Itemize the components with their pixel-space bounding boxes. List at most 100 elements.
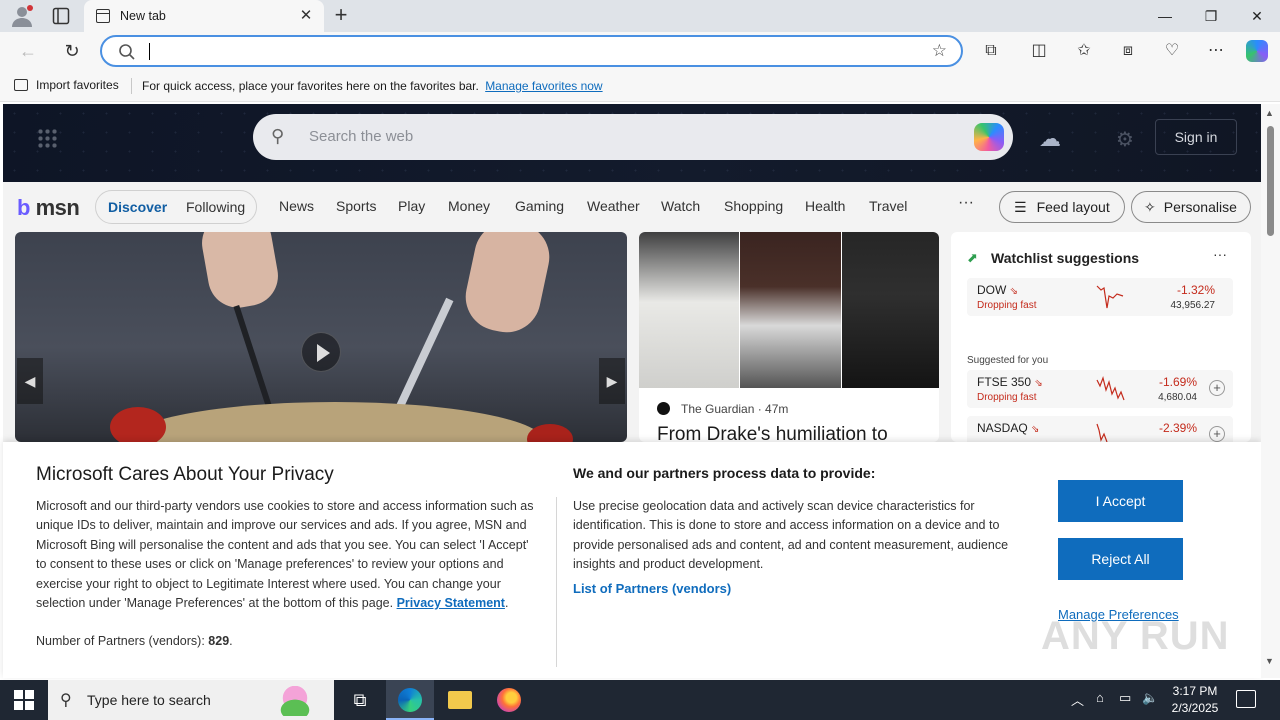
add-favorite-star-icon[interactable]: ☆ bbox=[932, 41, 947, 61]
stock-row-dow[interactable]: DOW ⇘ Dropping fast -1.32% 43,956.27 bbox=[967, 278, 1233, 316]
edge-taskbar-icon[interactable] bbox=[386, 680, 434, 720]
nav-item-money[interactable]: Money bbox=[448, 198, 490, 214]
tab-actions-icon[interactable] bbox=[52, 7, 70, 25]
scrollbar-thumb[interactable] bbox=[1267, 126, 1274, 236]
msn-logo-text: msn bbox=[35, 195, 80, 220]
personalise-button[interactable]: ✧ Personalise bbox=[1131, 191, 1251, 223]
anyrun-watermark: ANY RUN bbox=[1041, 614, 1230, 658]
vertical-scrollbar[interactable]: ▲ ▼ bbox=[1261, 104, 1280, 678]
browser-essentials-icon[interactable]: ♡ bbox=[1161, 40, 1183, 62]
news-photo bbox=[639, 232, 739, 388]
weather-cloud-icon[interactable]: ☁ bbox=[1039, 126, 1061, 152]
restore-button[interactable]: ❐ bbox=[1188, 0, 1234, 32]
nav-item-weather[interactable]: Weather bbox=[587, 198, 640, 214]
app-launcher-icon[interactable] bbox=[37, 128, 59, 150]
stock-change: -2.39% bbox=[1158, 421, 1197, 435]
import-favorites-button[interactable]: Import favorites bbox=[14, 78, 119, 92]
extensions-icon[interactable]: ⧉ bbox=[980, 40, 1002, 62]
nav-item-play[interactable]: Play bbox=[398, 198, 425, 214]
gear-icon[interactable]: ⚙ bbox=[1116, 127, 1134, 152]
refresh-button[interactable]: ↻ bbox=[61, 40, 83, 62]
video-thumbnail-tomato bbox=[527, 424, 573, 442]
nav-item-gaming[interactable]: Gaming bbox=[515, 198, 564, 214]
task-view-icon[interactable]: ⧉ bbox=[336, 680, 384, 720]
accept-button[interactable]: I Accept bbox=[1058, 480, 1183, 522]
msn-logo[interactable]: b msn bbox=[17, 195, 80, 221]
minimize-button[interactable]: — bbox=[1142, 0, 1188, 32]
play-icon[interactable] bbox=[301, 332, 341, 372]
tab-close-button[interactable]: ✕ bbox=[296, 6, 316, 26]
video-thumbnail-tomato bbox=[110, 407, 166, 442]
file-explorer-icon[interactable] bbox=[436, 680, 484, 720]
stock-status: Dropping fast bbox=[977, 300, 1037, 311]
new-tab-button[interactable]: + bbox=[330, 4, 352, 28]
video-thumbnail-hand bbox=[459, 232, 556, 339]
add-to-watchlist-button[interactable]: + bbox=[1209, 426, 1225, 442]
privacy-statement-link[interactable]: Privacy Statement bbox=[397, 596, 505, 610]
profile-avatar-icon[interactable] bbox=[10, 5, 34, 27]
stock-row-ftse-350[interactable]: FTSE 350 ⇘ Dropping fast -1.69% 4,680.04… bbox=[967, 370, 1233, 408]
web-search-box[interactable]: ⚲ Search the web bbox=[253, 114, 1013, 160]
taskbar-clock[interactable]: 3:17 PM 2/3/2025 bbox=[1170, 683, 1220, 717]
volume-icon[interactable]: 🔈 bbox=[1142, 690, 1158, 706]
address-bar[interactable]: ☆ bbox=[100, 35, 963, 67]
down-trend-icon: ⇘ bbox=[1031, 424, 1040, 435]
scroll-up-icon[interactable]: ▲ bbox=[1265, 108, 1274, 118]
address-input[interactable] bbox=[152, 41, 912, 61]
settings-more-icon[interactable]: ⋯ bbox=[1205, 40, 1227, 62]
video-card[interactable]: ◀ ▶ bbox=[15, 232, 627, 442]
taskbar-search-placeholder: Type here to search bbox=[87, 692, 211, 708]
divider bbox=[556, 497, 557, 667]
watchlist-more-button[interactable]: ··· bbox=[1213, 246, 1227, 262]
partners-list-link[interactable]: List of Partners (vendors) bbox=[573, 581, 731, 596]
news-card[interactable]: The Guardian · 47m From Drake's humiliat… bbox=[639, 232, 939, 442]
privacy-body: Microsoft and our third-party vendors us… bbox=[36, 499, 534, 611]
network-icon[interactable]: ▭ bbox=[1119, 690, 1131, 706]
feed-toggle: Discover Following bbox=[95, 190, 257, 224]
sliders-icon: ☰ bbox=[1014, 199, 1027, 215]
copilot-icon[interactable] bbox=[1246, 40, 1268, 62]
carousel-prev-button[interactable]: ◀ bbox=[17, 358, 43, 404]
back-button[interactable]: ← bbox=[17, 40, 39, 62]
copilot-icon[interactable] bbox=[974, 123, 1004, 151]
windows-taskbar: ⚲ Type here to search ⧉ ︿ ⌂ ▭ 🔈 3:17 PM … bbox=[0, 680, 1280, 720]
nav-more-button[interactable]: ··· bbox=[958, 194, 974, 212]
partners-count: Number of Partners (vendors): 829. bbox=[36, 634, 233, 648]
news-headline[interactable]: From Drake's humiliation to bbox=[657, 424, 888, 442]
stock-value: 43,956.27 bbox=[1170, 300, 1216, 311]
feed-layout-button[interactable]: ☰ Feed layout bbox=[999, 191, 1125, 223]
windows-start-icon[interactable] bbox=[14, 690, 34, 710]
close-window-button[interactable]: ✕ bbox=[1234, 0, 1280, 32]
split-screen-icon[interactable]: ◫ bbox=[1028, 40, 1050, 62]
favorites-message-text: For quick access, place your favorites h… bbox=[142, 79, 479, 93]
taskbar-search[interactable]: ⚲ Type here to search bbox=[48, 680, 334, 720]
tab-discover[interactable]: Discover bbox=[108, 199, 167, 215]
msn-logo-mark: b bbox=[17, 195, 30, 220]
carousel-next-button[interactable]: ▶ bbox=[599, 358, 625, 404]
collections-icon[interactable]: ⧈ bbox=[1117, 40, 1139, 62]
sign-in-button[interactable]: Sign in bbox=[1155, 119, 1237, 155]
favorites-bar: Import favorites For quick access, place… bbox=[0, 70, 1280, 102]
favorites-icon[interactable]: ✩ bbox=[1073, 40, 1095, 62]
notification-center-icon[interactable] bbox=[1236, 690, 1256, 708]
privacy-purposes: Use precise geolocation data and activel… bbox=[573, 499, 1009, 572]
manage-favorites-link[interactable]: Manage favorites now bbox=[485, 79, 602, 93]
title-bar: New tab ✕ + — ❐ ✕ bbox=[0, 0, 1280, 32]
device-icon[interactable]: ⌂ bbox=[1096, 690, 1104, 705]
nav-item-travel[interactable]: Travel bbox=[869, 198, 907, 214]
nav-item-sports[interactable]: Sports bbox=[336, 198, 376, 214]
nav-item-shopping[interactable]: Shopping bbox=[724, 198, 783, 214]
nav-item-watch[interactable]: Watch bbox=[661, 198, 700, 214]
tab-following[interactable]: Following bbox=[186, 199, 245, 215]
nav-item-news[interactable]: News bbox=[279, 198, 314, 214]
text-caret bbox=[149, 43, 150, 60]
scroll-down-icon[interactable]: ▼ bbox=[1265, 656, 1274, 666]
show-hidden-icons-chevron-icon[interactable]: ︿ bbox=[1071, 690, 1084, 709]
stock-name-text: FTSE 350 bbox=[977, 375, 1032, 389]
firefox-icon[interactable] bbox=[485, 680, 533, 720]
stock-change: -1.69% bbox=[1158, 375, 1197, 389]
tab-new-tab[interactable]: New tab ✕ bbox=[84, 0, 324, 32]
nav-item-health[interactable]: Health bbox=[805, 198, 845, 214]
reject-all-button[interactable]: Reject All bbox=[1058, 538, 1183, 580]
add-to-watchlist-button[interactable]: + bbox=[1209, 380, 1225, 396]
